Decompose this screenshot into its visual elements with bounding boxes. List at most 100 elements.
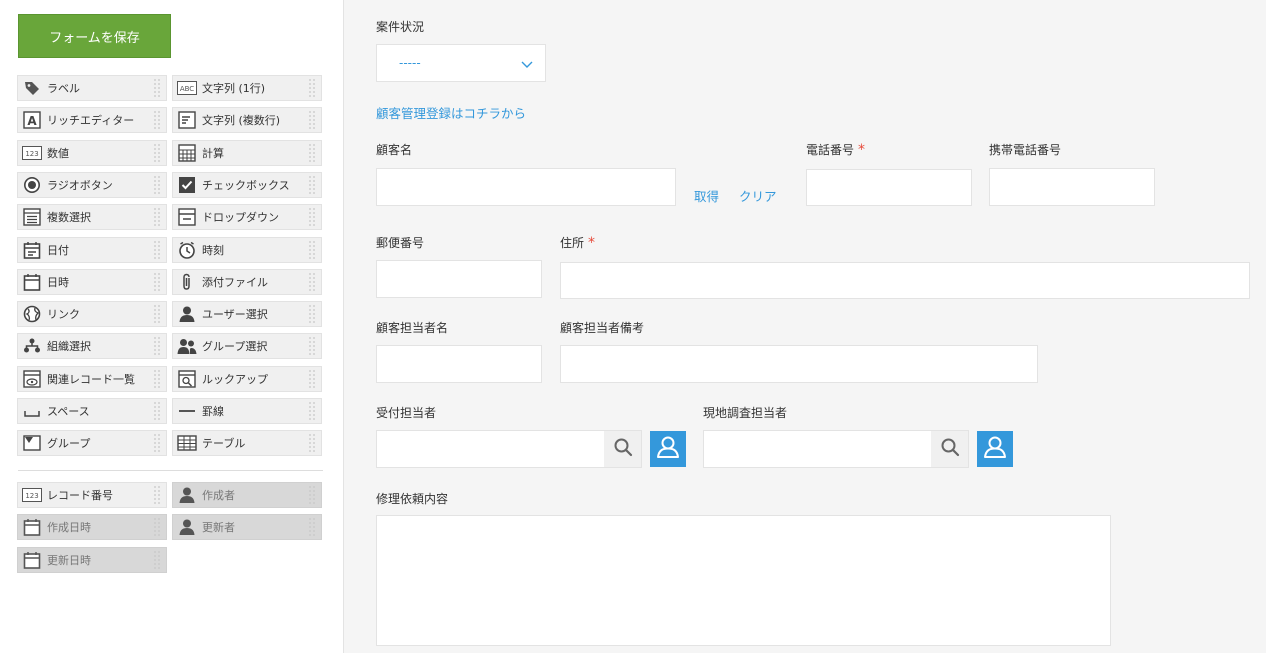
multi-select-icon: [22, 207, 42, 227]
palette-item-clock[interactable]: 時刻: [172, 236, 322, 263]
palette-item-tag[interactable]: ラベル: [17, 75, 167, 101]
palette-item-line[interactable]: 罫線: [172, 398, 322, 424]
palette-item-radio-button[interactable]: ラジオボタン: [17, 171, 167, 198]
palette-item-user[interactable]: ユーザー選択: [172, 301, 322, 328]
save-form-button[interactable]: フォームを保存: [18, 14, 171, 58]
datetime-icon: [22, 272, 42, 292]
drag-handle-icon[interactable]: [308, 517, 316, 538]
drag-handle-icon[interactable]: [308, 239, 316, 260]
palette-item-org[interactable]: 組織選択: [17, 333, 167, 360]
user-icon: [982, 434, 1008, 464]
palette-item-created-datetime: 作成日時: [17, 514, 167, 541]
search-icon: [613, 437, 633, 461]
drag-handle-icon[interactable]: [308, 174, 316, 195]
drag-handle-icon[interactable]: [153, 110, 161, 131]
drag-handle-icon[interactable]: [153, 517, 161, 538]
drag-handle-icon[interactable]: [153, 336, 161, 357]
palette-item-label: レコード番号: [47, 489, 113, 502]
postal-code-field[interactable]: [376, 260, 542, 298]
table-icon: [177, 433, 197, 453]
drag-handle-icon[interactable]: [308, 368, 316, 389]
drag-handle-icon[interactable]: [308, 485, 316, 505]
record-number-icon: 123: [22, 485, 42, 505]
line-icon: [177, 401, 197, 421]
palette-item-label: 文字列 (複数行): [202, 114, 281, 128]
drag-handle-icon[interactable]: [153, 368, 161, 389]
drag-handle-icon[interactable]: [153, 142, 161, 163]
palette-item-label: リンク: [47, 308, 80, 322]
palette-item-label: 作成日時: [47, 521, 91, 535]
surveyor-search-button[interactable]: [931, 430, 969, 468]
drag-handle-icon[interactable]: [153, 174, 161, 195]
drag-handle-icon[interactable]: [308, 433, 316, 454]
drag-handle-icon[interactable]: [308, 271, 316, 292]
user-icon: [177, 304, 197, 324]
palette-item-label: リッチエディター: [47, 114, 135, 128]
drag-handle-icon[interactable]: [153, 485, 161, 505]
address-field[interactable]: [560, 262, 1250, 299]
drag-handle-icon[interactable]: [153, 401, 161, 421]
get-link[interactable]: 取得: [694, 186, 719, 205]
palette-item-date[interactable]: 日付: [17, 236, 167, 263]
palette-item-related-records[interactable]: 関連レコード一覧: [17, 365, 167, 392]
palette-item-table[interactable]: テーブル: [172, 430, 322, 457]
drag-handle-icon[interactable]: [308, 401, 316, 421]
svg-text:ABC: ABC: [180, 85, 194, 93]
repair-request-textarea[interactable]: [376, 515, 1111, 646]
palette-item-globe[interactable]: リンク: [17, 301, 167, 328]
palette-item-label: 計算: [202, 146, 224, 160]
customer-name-field[interactable]: [376, 168, 676, 206]
palette-item-group[interactable]: グループ選択: [172, 333, 322, 360]
palette-item-dropdown[interactable]: ドロップダウン: [172, 204, 322, 231]
drag-handle-icon[interactable]: [308, 142, 316, 163]
palette-item-lookup[interactable]: ルックアップ: [172, 365, 322, 392]
surveyor-field[interactable]: [703, 430, 932, 468]
palette-item-label: 時刻: [202, 243, 224, 257]
palette-item-label: 添付ファイル: [202, 275, 268, 289]
related-records-icon: [22, 369, 42, 389]
palette-item-rich-editor[interactable]: A リッチエディター: [17, 107, 167, 134]
mobile-label: 携帯電話番号: [989, 143, 1062, 157]
clear-link[interactable]: クリア: [739, 186, 777, 205]
receptionist-field[interactable]: [376, 430, 605, 468]
drag-handle-icon[interactable]: [308, 110, 316, 131]
palette-item-datetime[interactable]: 日時: [17, 268, 167, 295]
svg-text:A: A: [27, 114, 37, 128]
contact-note-field[interactable]: [560, 345, 1038, 383]
address-label: 住所 *: [560, 234, 595, 251]
drag-handle-icon[interactable]: [153, 271, 161, 292]
status-dropdown[interactable]: -----: [376, 44, 546, 82]
drag-handle-icon[interactable]: [153, 549, 161, 570]
mobile-field[interactable]: [989, 168, 1155, 206]
clock-icon: [177, 240, 197, 260]
palette-item-abc-text[interactable]: ABC 文字列 (1行): [172, 75, 322, 101]
drag-handle-icon[interactable]: [308, 304, 316, 325]
drag-handle-icon[interactable]: [153, 207, 161, 228]
palette-item-number[interactable]: 123 数値: [17, 139, 167, 166]
receptionist-search-button[interactable]: [604, 430, 642, 468]
palette-item-space[interactable]: スペース: [17, 398, 167, 424]
palette-item-label: ドロップダウン: [202, 211, 279, 225]
customer-management-link[interactable]: 顧客管理登録はコチラから: [376, 103, 526, 122]
drag-handle-icon[interactable]: [308, 336, 316, 357]
receptionist-user-select-button[interactable]: [650, 431, 686, 467]
drag-handle-icon[interactable]: [153, 304, 161, 325]
drag-handle-icon[interactable]: [153, 239, 161, 260]
surveyor-user-select-button[interactable]: [977, 431, 1013, 467]
palette-item-group-field[interactable]: グループ: [17, 430, 167, 457]
phone-label-text: 電話番号: [806, 143, 855, 157]
number-icon: 123: [22, 143, 42, 163]
contact-name-field[interactable]: [376, 345, 542, 383]
drag-handle-icon[interactable]: [308, 207, 316, 228]
palette-item-paperclip[interactable]: 添付ファイル: [172, 268, 322, 295]
palette-item-multi-select[interactable]: 複数選択: [17, 204, 167, 231]
palette-item-record-number[interactable]: 123 レコード番号: [17, 482, 167, 508]
drag-handle-icon[interactable]: [153, 78, 161, 98]
palette-item-calculator[interactable]: 計算: [172, 139, 322, 166]
postal-label: 郵便番号: [376, 236, 425, 250]
drag-handle-icon[interactable]: [308, 78, 316, 98]
phone-field[interactable]: [806, 169, 972, 206]
palette-item-multiline-text[interactable]: 文字列 (複数行): [172, 107, 322, 134]
drag-handle-icon[interactable]: [153, 433, 161, 454]
palette-item-checkbox[interactable]: チェックボックス: [172, 171, 322, 198]
